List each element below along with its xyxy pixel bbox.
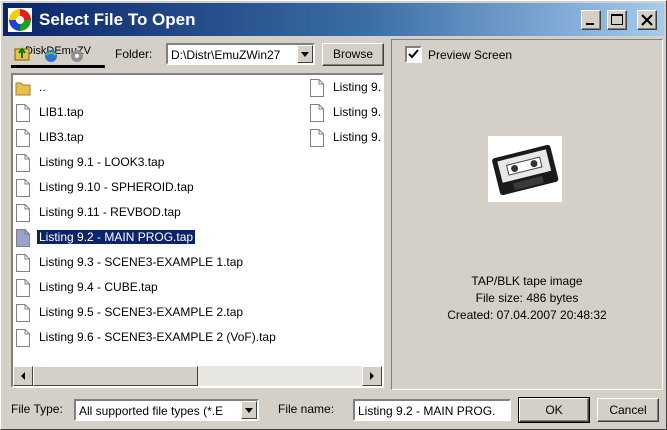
maximize-button[interactable] <box>607 10 627 30</box>
file-name-label: File name: <box>278 402 335 416</box>
dialog-title: Select File To Open <box>39 10 196 29</box>
close-icon <box>641 14 653 26</box>
file-icon <box>310 104 324 122</box>
preview-size: File size: 486 bytes <box>475 291 579 305</box>
file-type-combo[interactable]: All supported file types (*.E <box>74 399 259 421</box>
minimize-button[interactable] <box>581 10 601 30</box>
arrow-right-icon <box>370 372 374 380</box>
scroll-thumb[interactable] <box>33 366 198 386</box>
folder-icon <box>15 82 31 96</box>
file-name: Listing 9.5 - SCENE3-EXAMPLE 2.tap <box>39 305 244 319</box>
checkmark-icon <box>408 49 419 59</box>
preview-type: TAP/BLK tape image <box>471 274 583 288</box>
app-icon <box>8 8 32 32</box>
file-type-label: File Type: <box>11 402 63 416</box>
file-name: LIB1.tap <box>39 105 84 119</box>
file-icon <box>16 129 30 147</box>
globe-icon <box>45 50 57 62</box>
preview-panel: Preview Screen TAP/BLK tape image File s… <box>391 39 663 390</box>
file-icon <box>16 204 30 222</box>
folder-value: D:\Distr\EmuZWin27 <box>171 48 281 62</box>
file-icon <box>16 254 30 272</box>
file-name: Listing 9.6 - SCENE3-EXAMPLE 2 (VoF).tap <box>39 330 276 344</box>
file-name: Listing 9.1 - LOOK3.tap <box>39 155 165 169</box>
cd-drive-icon <box>71 50 83 62</box>
close-button[interactable] <box>637 10 657 30</box>
cassette-tape-icon <box>488 136 562 202</box>
file-icon <box>310 129 324 147</box>
file-name-value: Listing 9.2 - MAIN PROG. <box>358 404 496 418</box>
preview-created: Created: 07.04.2007 20:48:32 <box>447 308 607 322</box>
file-name: Listing 9.3 - SCENE3-EXAMPLE 1.tap <box>39 255 244 269</box>
file-icon <box>16 279 30 297</box>
file-icon <box>16 104 30 122</box>
browse-label: Browse <box>332 47 373 61</box>
browse-button[interactable]: Browse <box>322 43 384 66</box>
scroll-right-button[interactable] <box>362 366 382 386</box>
title-bar[interactable]: Select File To Open <box>3 3 664 36</box>
chevron-down-icon[interactable] <box>297 45 313 63</box>
ok-button[interactable]: OK <box>518 397 590 423</box>
drive-icons <box>14 47 83 62</box>
minimize-icon <box>586 23 594 25</box>
file-icon <box>16 304 30 322</box>
preview-checkbox-label: Preview Screen <box>428 48 513 62</box>
ok-label: OK <box>545 403 563 417</box>
file-name: .. <box>39 80 46 94</box>
file-icon <box>16 329 30 347</box>
file-icon <box>16 179 30 197</box>
scroll-left-button[interactable] <box>13 366 33 386</box>
file-name: Listing 9.4 - CUBE.tap <box>39 280 158 294</box>
maximize-icon <box>611 14 623 25</box>
file-list[interactable]: .. LIB1.tap LIB3.tap Listing 9.1 - LOOK3.ta… <box>11 73 384 388</box>
up-folder-icon <box>14 47 30 61</box>
file-type-value: All supported file types (*.E <box>79 404 224 418</box>
file-icon <box>16 154 30 172</box>
horizontal-scrollbar[interactable] <box>13 366 382 386</box>
file-name: LIB3.tap <box>39 130 84 144</box>
arrow-left-icon <box>21 372 25 380</box>
file-name: Listing 9.10 - SPHEROID.tap <box>39 180 194 194</box>
select-file-dialog: Select File To Open DiskDEmuZV Folder: D… <box>0 0 667 430</box>
drive-selector[interactable]: DiskDEmuZV <box>11 43 105 68</box>
folder-combo[interactable]: D:\Distr\EmuZWin27 <box>166 43 315 65</box>
file-name: Listing 9.2 - MAIN PROG.tap <box>35 229 197 245</box>
cancel-button[interactable]: Cancel <box>597 398 659 422</box>
file-name: Listing 9.11 - REVBOD.tap <box>39 205 181 219</box>
file-icon <box>16 229 30 247</box>
file-icon <box>310 79 324 97</box>
folder-label: Folder: <box>115 47 153 61</box>
file-name-input[interactable]: Listing 9.2 - MAIN PROG. <box>353 399 511 421</box>
preview-checkbox[interactable] <box>405 46 422 63</box>
cancel-label: Cancel <box>609 403 647 417</box>
file-name: Listing 9. <box>333 105 382 119</box>
file-name: Listing 9. <box>333 80 382 94</box>
file-name: Listing 9. <box>333 130 382 144</box>
chevron-down-icon[interactable] <box>241 401 257 419</box>
